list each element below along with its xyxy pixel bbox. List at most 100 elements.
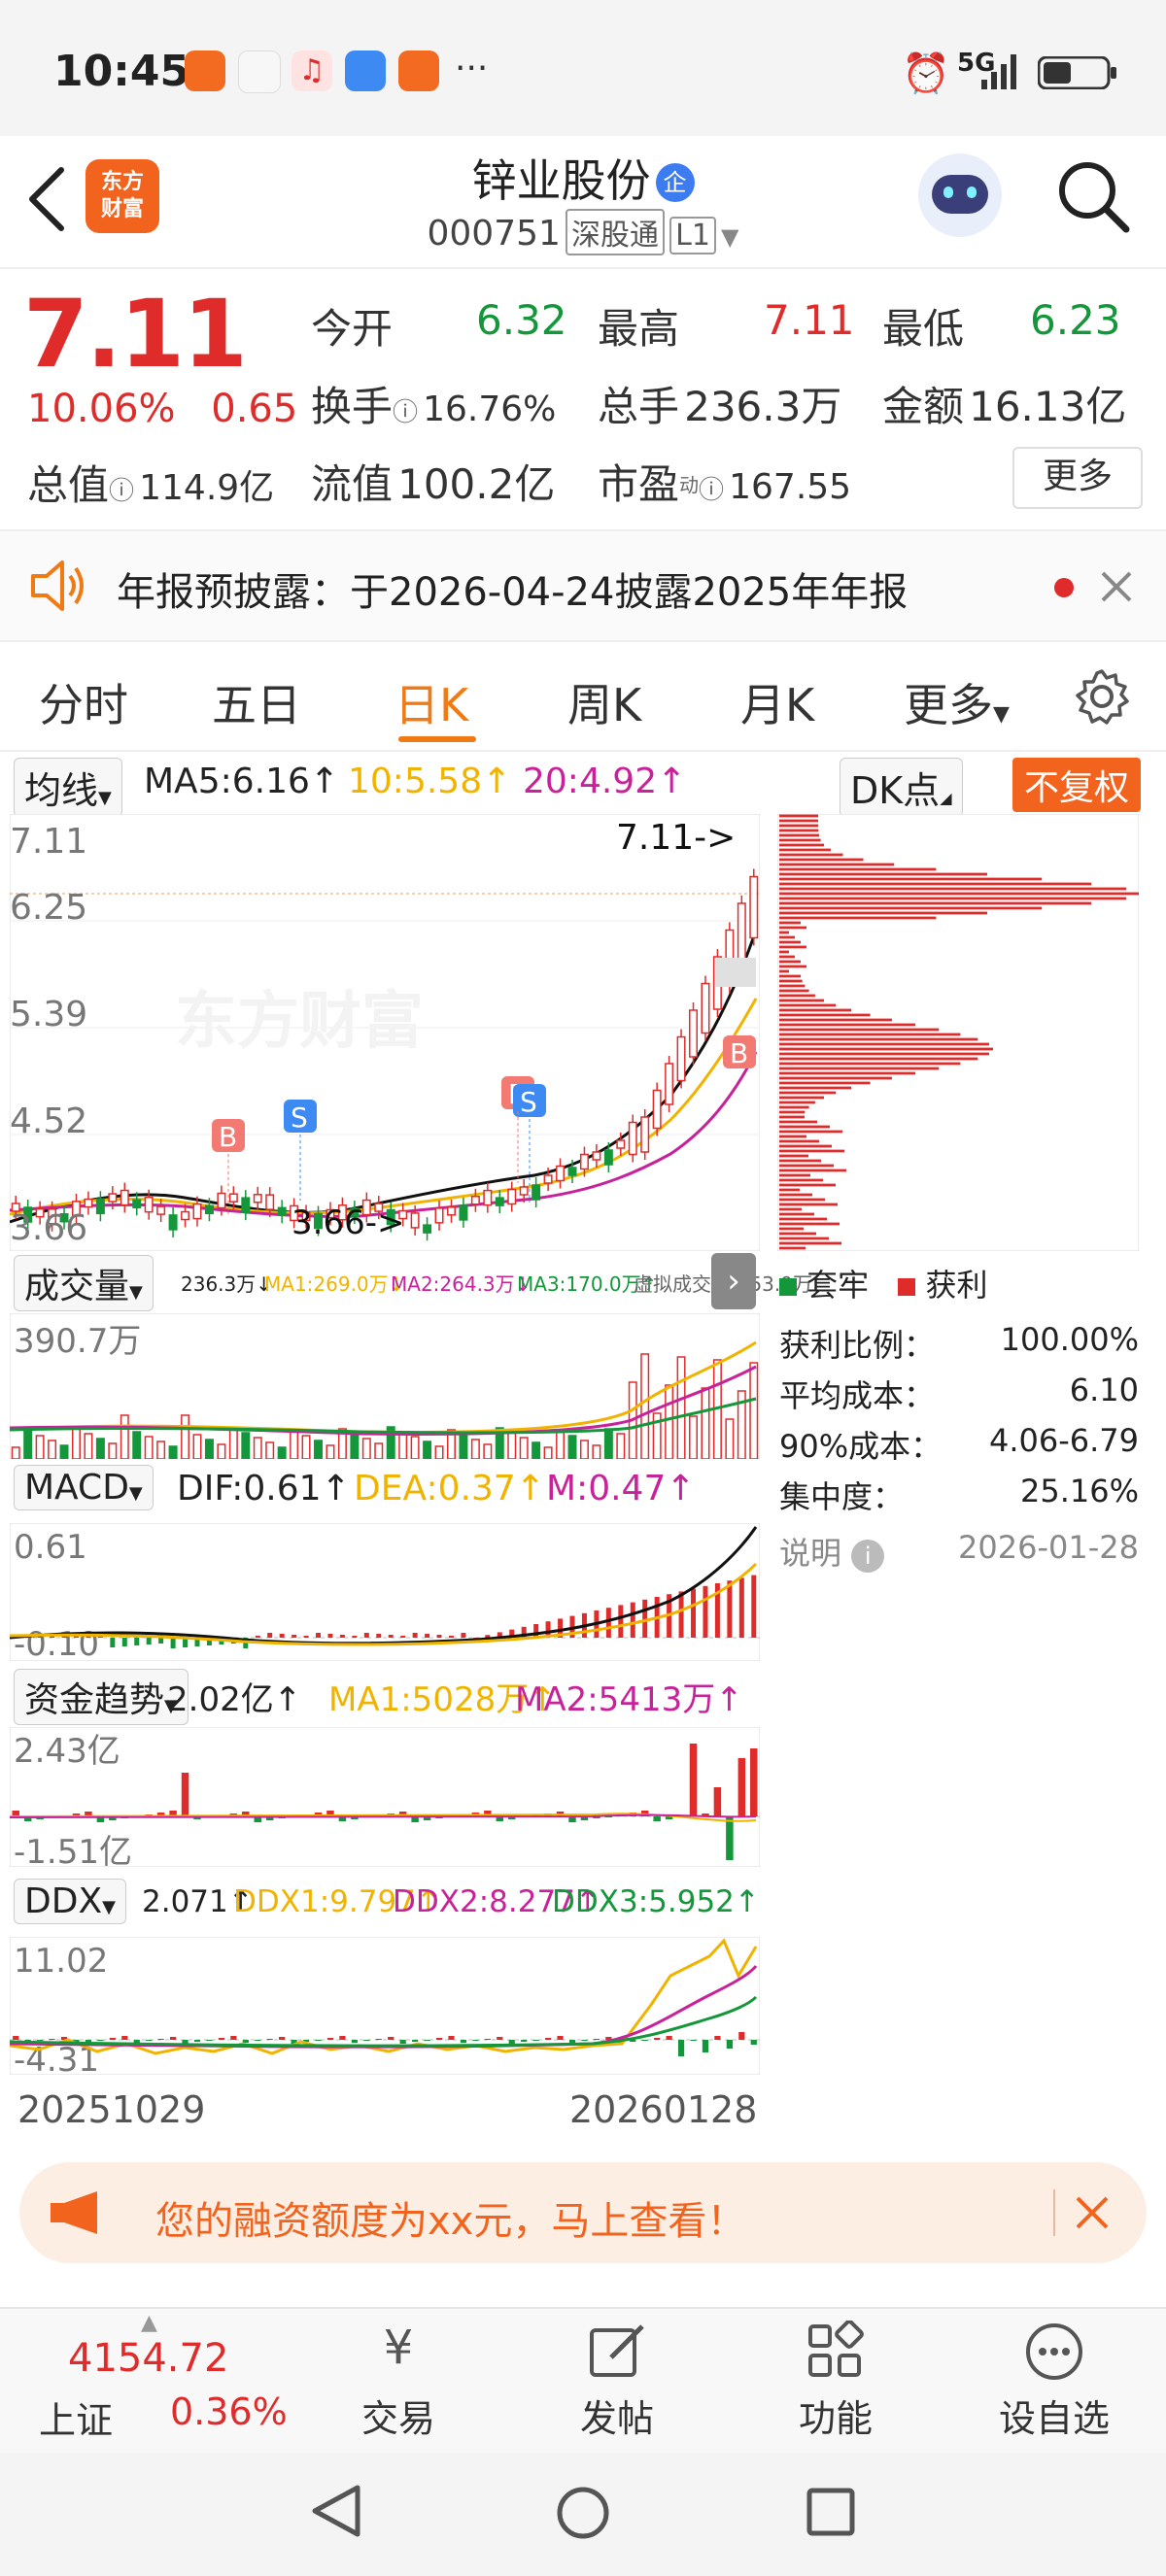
recents-square-icon[interactable] <box>805 2486 859 2540</box>
robot-assistant-icon[interactable] <box>918 153 1002 237</box>
tab-intraday[interactable]: 分时 <box>39 670 128 734</box>
ddx-bar <box>255 2040 261 2041</box>
ddx-bar <box>133 2040 140 2043</box>
volume-bar <box>84 1433 93 1459</box>
info-icon[interactable]: ⓘ <box>109 477 134 506</box>
info-icon[interactable]: ⓘ <box>699 476 724 505</box>
unread-dot <box>1054 578 1074 597</box>
ddx-bar <box>521 2040 528 2042</box>
index-value[interactable]: 4154.72 <box>68 2336 228 2381</box>
back-triangle-icon[interactable] <box>309 2482 363 2540</box>
chip-bar <box>779 945 806 949</box>
megaphone-icon <box>51 2191 97 2234</box>
announcement-bar[interactable]: 年报预披露：于2026-04-24披露2025年年报 <box>0 529 1166 642</box>
expand-arrow-icon[interactable]: › <box>711 1253 756 1309</box>
amount-value: 16.13亿 <box>969 383 1127 430</box>
nav-post[interactable]: 发帖 <box>520 2321 714 2442</box>
macd-selector[interactable]: MACD▼ <box>14 1465 154 1510</box>
volume-bar <box>398 1431 408 1459</box>
search-icon[interactable] <box>1054 157 1132 235</box>
candle-body <box>665 1063 674 1105</box>
tab-weekly-k[interactable]: 周K <box>567 670 641 734</box>
chip-bar <box>779 1198 825 1202</box>
chevron-down-icon[interactable]: ▼ <box>721 223 738 251</box>
candle-body <box>204 1204 214 1215</box>
macd-selector-label: MACD <box>24 1468 129 1508</box>
chip-bar <box>779 1169 846 1172</box>
nav-functions[interactable]: 功能 <box>738 2321 933 2442</box>
chip-stat-row: 90%成本： 4.06-6.79 <box>779 1422 1139 1473</box>
more-button[interactable]: 更多 <box>1012 447 1143 509</box>
fund-trend-chart[interactable]: 2.43亿 -1.51亿 <box>10 1727 760 1867</box>
chip-bar <box>779 1144 832 1148</box>
gear-icon[interactable] <box>1074 668 1130 725</box>
info-icon[interactable]: i <box>851 1540 885 1573</box>
alarm-icon: ⏰ <box>902 51 950 96</box>
tab-more[interactable]: 更多▼ <box>904 670 1010 734</box>
ddx-bar <box>193 2040 201 2042</box>
nav-watchlist[interactable]: 设自选 <box>957 2321 1151 2442</box>
chip-distribution-chart[interactable] <box>777 814 1139 1251</box>
macd-bar <box>618 1605 624 1638</box>
caret-down-icon: ▼ <box>993 702 1010 727</box>
watermark: 东方财富 <box>175 986 424 1058</box>
volume-item: 总手 236.3万 <box>598 374 841 433</box>
candle-body <box>556 1165 566 1182</box>
signal-label: B <box>730 1037 748 1069</box>
signal-marker-sell[interactable]: S <box>284 1100 317 1134</box>
candle-body <box>603 1149 613 1166</box>
signal-marker-buy[interactable]: B <box>212 1119 245 1153</box>
float-cap-label: 流值 <box>311 460 394 508</box>
kline-chart[interactable]: 东方财富 7.11-> 3.66-> 7.11 6.25 5.39 4.52 3… <box>10 814 760 1251</box>
tab-monthly-k[interactable]: 月K <box>740 670 814 734</box>
signal-marker-buy[interactable]: B <box>723 1035 756 1069</box>
total-cap: 总值ⓘ 114.9亿 <box>27 453 274 512</box>
fund-trend-selector[interactable]: 资金趋势▼ <box>14 1669 189 1725</box>
ddx-selector[interactable]: DDX▼ <box>14 1879 126 1924</box>
chip-bar <box>779 965 806 968</box>
chip-bar <box>779 1115 805 1119</box>
index-name: 上证 <box>39 2399 114 2442</box>
candle-body <box>701 982 710 1034</box>
chip-bar <box>779 887 1127 891</box>
divider <box>0 750 1166 752</box>
chip-bar <box>779 1203 838 1206</box>
close-icon[interactable] <box>1100 570 1133 603</box>
nav-trade[interactable]: ¥ 交易 <box>301 2321 496 2442</box>
chip-bar <box>779 1062 961 1066</box>
candle-body <box>532 1184 541 1201</box>
financing-banner[interactable]: 您的融资额度为xx元，马上查看！ <box>19 2162 1147 2263</box>
volume-chart[interactable]: 390.7万 <box>10 1313 760 1459</box>
pe-value: 167.55 <box>729 467 852 507</box>
home-circle-icon[interactable] <box>554 2484 612 2542</box>
total-cap-label: 总值 <box>27 461 110 509</box>
ddx-bar <box>266 2039 273 2040</box>
chip-bar <box>779 872 988 876</box>
chip-bar <box>779 1217 827 1221</box>
tab-five-day[interactable]: 五日 <box>212 670 301 734</box>
ddx-bar <box>484 2039 491 2040</box>
ddx-bar <box>49 2039 55 2040</box>
ddx-bar <box>581 2040 588 2041</box>
chip-bar <box>779 1091 837 1095</box>
volume-selector[interactable]: 成交量▼ <box>14 1255 154 1311</box>
volume-bar <box>519 1437 529 1459</box>
chip-bar <box>779 1018 892 1022</box>
ddx-chart[interactable]: 11.02 -4.31 <box>10 1937 760 2075</box>
ma-selector[interactable]: 均线▼ <box>14 758 122 817</box>
candle-body <box>277 1206 287 1217</box>
candle-body <box>470 1196 480 1205</box>
dk-point-button[interactable]: DK点◢ <box>840 758 963 817</box>
volume-bar <box>532 1441 541 1459</box>
macd-chart[interactable]: 0.61 -0.10 <box>10 1523 760 1661</box>
ddx-bar <box>497 2037 503 2040</box>
low-item: 最低 <box>882 296 964 356</box>
banner-text: 您的融资额度为xx元，马上查看！ <box>155 2199 746 2244</box>
adjust-mode-button[interactable]: 不复权 <box>1012 758 1142 812</box>
tab-daily-k[interactable]: 日K <box>394 670 468 734</box>
chip-bar <box>779 984 806 988</box>
close-icon[interactable] <box>1075 2195 1110 2230</box>
chip-note-row[interactable]: 说明 i 2026-01-28 <box>779 1529 1139 1587</box>
info-icon[interactable]: ⓘ <box>393 398 418 427</box>
message-icon <box>345 51 386 91</box>
